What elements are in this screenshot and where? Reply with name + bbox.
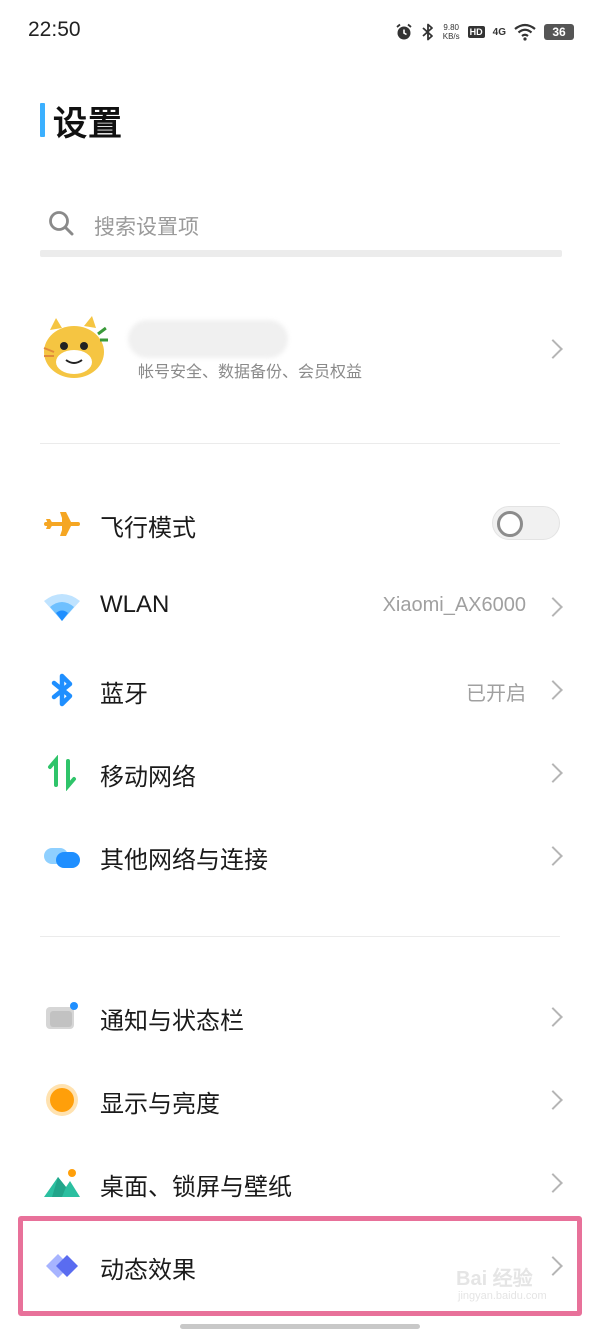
- bluetooth-icon: [422, 23, 433, 41]
- watermark-url: jingyan.baidu.com: [458, 1290, 547, 1302]
- status-icons: 9.80 KB/s HD 4G 36: [395, 20, 574, 44]
- title-accent-bar: [40, 103, 45, 137]
- wifi-icon: [44, 594, 80, 621]
- battery-icon: 36: [544, 24, 574, 40]
- home-indicator[interactable]: [180, 1324, 420, 1329]
- bluetooth-icon: [51, 673, 73, 707]
- search-input[interactable]: 搜索设置项: [40, 198, 562, 258]
- toggle-knob: [497, 511, 523, 537]
- search-placeholder: 搜索设置项: [94, 215, 199, 239]
- wlan-network-name: Xiaomi_AX6000: [382, 594, 526, 616]
- net-speed-unit: KB/s: [442, 32, 460, 41]
- divider: [40, 443, 560, 444]
- account-subtitle: 帐号安全、数据备份、会员权益: [138, 362, 363, 381]
- wlan-row[interactable]: WLAN Xiaomi_AX6000: [40, 575, 563, 639]
- bluetooth-status: 已开启: [466, 681, 526, 705]
- chevron-right-icon: [543, 680, 563, 700]
- watermark: Bai 经验 jingyan.baidu.com: [456, 1262, 576, 1308]
- wallpaper-icon: [44, 1169, 80, 1197]
- account-row[interactable]: 帐号安全、数据备份、会员权益: [40, 306, 563, 402]
- divider: [40, 936, 560, 937]
- hd-icon: HD: [467, 26, 485, 38]
- page-title-text: 设置: [53, 103, 123, 144]
- airplane-mode-label: 飞行模式: [100, 514, 196, 542]
- chevron-right-icon: [543, 597, 563, 617]
- mobile-network-label: 移动网络: [100, 763, 196, 791]
- account-name-redacted: [128, 320, 288, 358]
- bluetooth-row[interactable]: 蓝牙 已开启: [40, 658, 563, 722]
- alarm-icon: [396, 23, 412, 40]
- chevron-right-icon: [543, 1173, 563, 1193]
- search-icon: [49, 211, 74, 236]
- notification-label: 通知与状态栏: [100, 1007, 244, 1035]
- mobile-network-row[interactable]: 移动网络: [40, 741, 563, 805]
- display-label: 显示与亮度: [100, 1090, 220, 1118]
- connection-icon: [44, 848, 80, 868]
- chevron-right-icon: [543, 1007, 563, 1027]
- signal-4g-icon: 4G: [492, 26, 506, 38]
- wallpaper-row[interactable]: 桌面、锁屏与壁纸: [40, 1151, 563, 1215]
- chevron-right-icon: [543, 763, 563, 783]
- wlan-label: WLAN: [100, 591, 170, 618]
- watermark-text: Bai 经验: [456, 1268, 533, 1290]
- wifi-icon: [514, 23, 536, 41]
- chevron-right-icon: [543, 339, 563, 359]
- status-time: 22:50: [28, 18, 81, 41]
- mobile-data-icon: [48, 755, 76, 791]
- display-row[interactable]: 显示与亮度: [40, 1068, 563, 1132]
- status-bar: 22:50 9.80 KB/s HD 4G 36: [0, 0, 600, 64]
- other-networks-label: 其他网络与连接: [100, 846, 268, 874]
- chevron-right-icon: [543, 846, 563, 866]
- net-speed: 9.80 KB/s: [443, 23, 460, 41]
- airplane-icon: [44, 512, 80, 536]
- airplane-mode-row[interactable]: 飞行模式: [40, 492, 562, 556]
- bluetooth-label: 蓝牙: [100, 680, 148, 708]
- avatar: [40, 312, 112, 384]
- brightness-icon: [46, 1084, 78, 1116]
- page-title: 设置: [40, 100, 123, 144]
- airplane-mode-toggle[interactable]: [492, 506, 560, 540]
- wallpaper-label: 桌面、锁屏与壁纸: [100, 1173, 292, 1201]
- chevron-right-icon: [543, 1090, 563, 1110]
- net-speed-value: 9.80: [443, 23, 459, 32]
- notification-row[interactable]: 通知与状态栏: [40, 985, 563, 1049]
- search-underline: [40, 250, 562, 257]
- notification-icon: [46, 1002, 78, 1029]
- other-networks-row[interactable]: 其他网络与连接: [40, 824, 563, 888]
